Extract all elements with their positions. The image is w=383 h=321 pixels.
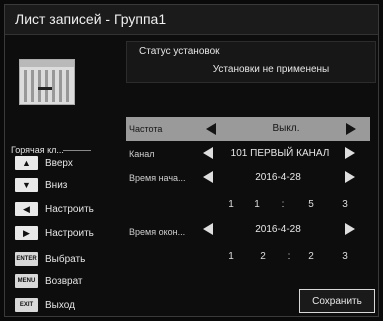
frequency-value: Выкл. xyxy=(272,123,300,134)
start-time-digit: 1 xyxy=(254,199,260,210)
legend-exit-label: Выход xyxy=(45,299,75,311)
end-time-digit: 2 xyxy=(308,251,314,262)
end-date-left-arrow-icon[interactable] xyxy=(203,223,213,235)
status-panel: Статус установок Установки не применены xyxy=(126,41,376,83)
legend-right: ▶ Настроить xyxy=(15,225,94,241)
status-label: Статус установок xyxy=(139,46,220,57)
calendar-header xyxy=(20,60,74,67)
frequency-left-arrow-icon[interactable] xyxy=(206,123,216,135)
start-time-label: Время нача... xyxy=(129,173,186,183)
channel-left-arrow-icon[interactable] xyxy=(203,147,213,159)
start-time-digit: 3 xyxy=(342,199,348,210)
calendar-icon xyxy=(19,59,75,105)
title-bar: Лист записей - Группа1 xyxy=(5,5,378,35)
legend-up: ▲ Вверх xyxy=(15,155,73,171)
end-date-value: 2016-4-28 xyxy=(255,224,301,235)
channel-right-arrow-icon[interactable] xyxy=(345,147,355,159)
legend-up-label: Вверх xyxy=(45,157,73,169)
right-key-icon: ▶ xyxy=(15,226,38,240)
enter-key-icon: ENTER xyxy=(15,252,38,266)
start-date-left-arrow-icon[interactable] xyxy=(203,171,213,183)
frequency-right-arrow-icon[interactable] xyxy=(346,123,356,135)
end-time-digit: 2 xyxy=(260,251,266,262)
legend-left: ◀ Настроить xyxy=(15,201,94,217)
legend-exit: EXIT Выход xyxy=(15,297,75,313)
hotkeys-label: Горячая кл... xyxy=(11,145,64,155)
window-title: Лист записей - Группа1 xyxy=(15,11,167,27)
end-time-digit: 3 xyxy=(342,251,348,262)
menu-key-icon: MENU xyxy=(15,274,38,288)
legend-down: ▼ Вниз xyxy=(15,177,67,193)
end-time-label: Время окон... xyxy=(129,227,186,237)
status-value: Установки не применены xyxy=(212,64,330,75)
save-button[interactable]: Сохранить xyxy=(299,289,375,313)
left-key-icon: ◀ xyxy=(15,202,38,216)
up-key-icon: ▲ xyxy=(15,156,38,170)
start-time-digit: 1 xyxy=(228,199,234,210)
start-time-digit: 5 xyxy=(308,199,314,210)
start-date-right-arrow-icon[interactable] xyxy=(345,171,355,183)
record-list-window: Лист записей - Группа1 Статус установок … xyxy=(4,4,379,317)
legend-enter-label: Выбрать xyxy=(45,253,86,265)
channel-label: Канал xyxy=(129,149,155,159)
channel-value: 101 ПЕРВЫЙ КАНАЛ xyxy=(230,148,330,159)
end-date-right-arrow-icon[interactable] xyxy=(345,223,355,235)
calendar-grid xyxy=(24,70,72,102)
exit-key-icon: EXIT xyxy=(15,298,38,312)
legend-left-label: Настроить xyxy=(45,203,94,215)
legend-enter: ENTER Выбрать xyxy=(15,251,85,267)
calendar-selected-day xyxy=(38,87,52,90)
frequency-label: Частота xyxy=(129,124,163,134)
frequency-setting[interactable]: Частота Выкл. xyxy=(126,117,370,141)
legend-down-label: Вниз xyxy=(45,179,68,191)
legend-menu: MENU Возврат xyxy=(15,273,83,289)
hotkeys-divider xyxy=(63,150,91,151)
start-date-value: 2016-4-28 xyxy=(255,172,301,183)
start-time-separator: : xyxy=(281,199,285,210)
end-time-separator: : xyxy=(287,251,291,262)
end-time-digit: 1 xyxy=(228,251,234,262)
legend-menu-label: Возврат xyxy=(45,275,83,287)
legend-right-label: Настроить xyxy=(45,227,94,239)
down-key-icon: ▼ xyxy=(15,178,38,192)
